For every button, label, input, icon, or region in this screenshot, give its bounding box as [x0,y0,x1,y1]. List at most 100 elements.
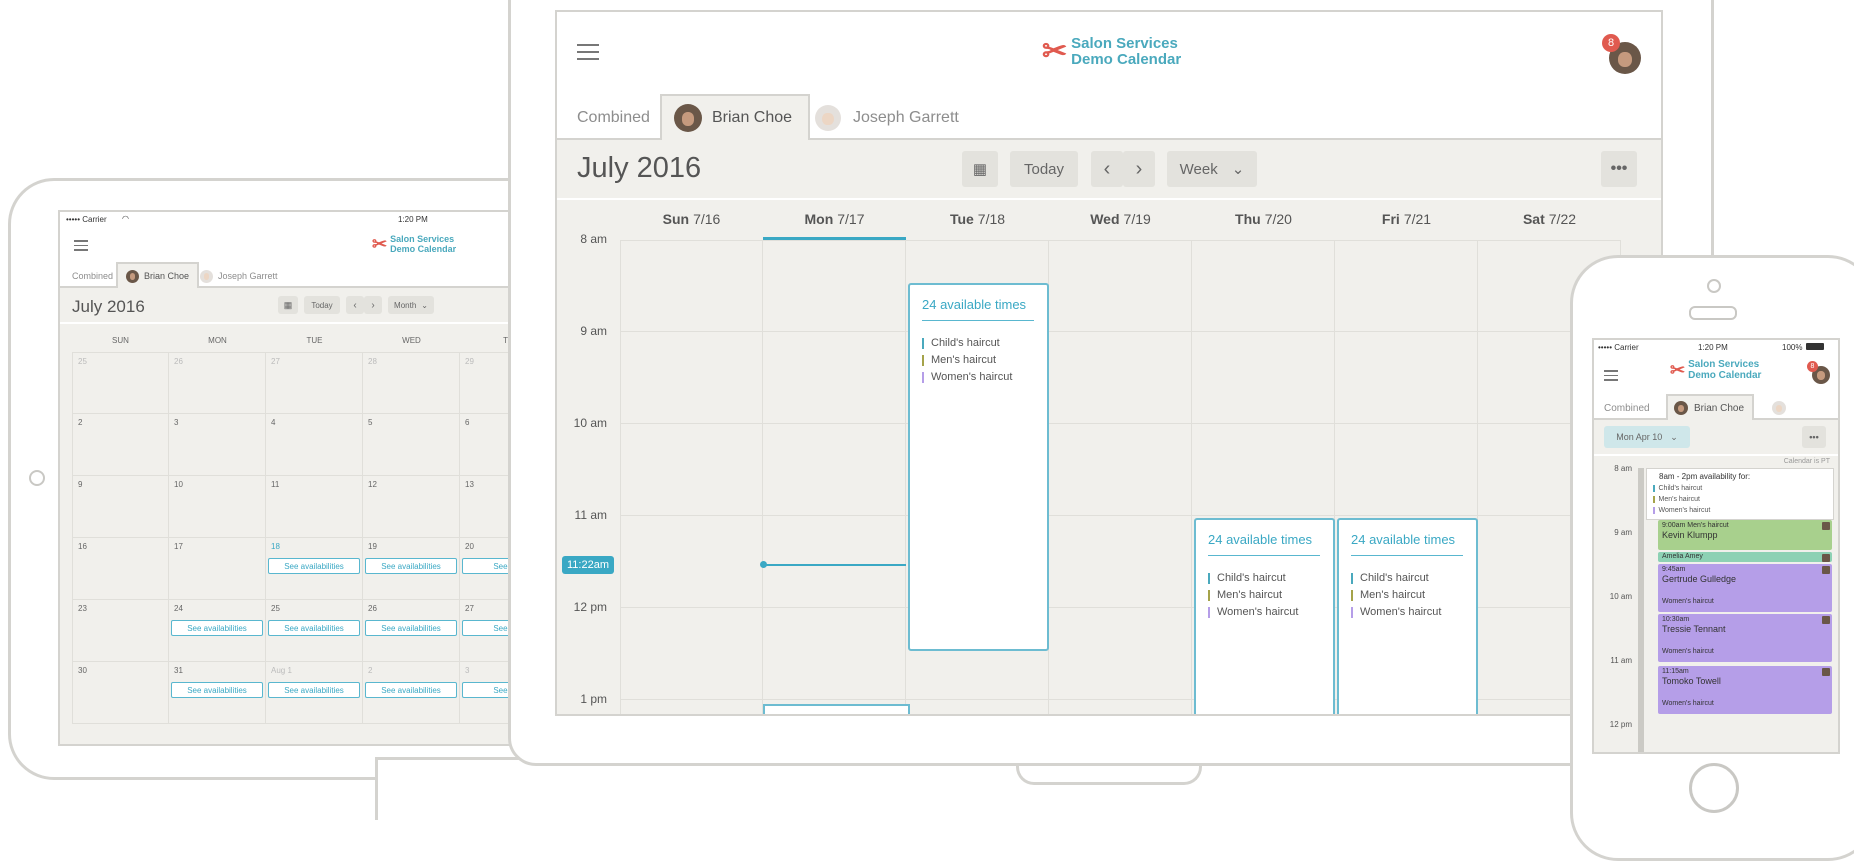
laptop-slot[interactable] [763,240,906,332]
laptop-tab-joseph[interactable]: Joseph Garrett [815,96,959,140]
tablet-view-select[interactable]: Month ⌄ [388,296,434,314]
laptop-slot[interactable] [763,608,906,700]
tablet-day-cell[interactable]: 17 [169,538,266,600]
see-availabilities-button[interactable]: See availabilities [171,620,263,636]
tablet-day-cell[interactable]: 3 [169,414,266,476]
laptop-slot[interactable] [1335,332,1478,424]
phone-tab-brian[interactable]: Brian Choe [1666,394,1755,420]
tablet-day-cell[interactable]: 4 [266,414,363,476]
tablet-day-cell[interactable]: 23 [72,600,169,662]
tablet-day-cell[interactable]: 2 See availabilities [363,662,460,724]
laptop-day-header[interactable]: Wed 7/19 [1049,200,1192,238]
laptop-slot[interactable] [1192,424,1335,516]
tablet-day-cell[interactable]: 25 See availabilities [266,600,363,662]
laptop-slot[interactable] [1049,332,1192,424]
laptop-day-header[interactable]: Mon 7/17 [763,200,906,240]
laptop-slot[interactable] [1049,516,1192,608]
phone-appointment[interactable]: Amelia Amey [1658,552,1832,562]
laptop-slot[interactable] [620,240,763,332]
phone-appointment[interactable]: 9:45am Gertrude Gulledge Women's haircut [1658,564,1832,612]
tablet-day-cell[interactable]: Aug 1 See availabilities [266,662,363,724]
laptop-tab-combined[interactable]: Combined [577,96,650,140]
tablet-day-cell[interactable]: 5 [363,414,460,476]
laptop-calendar-button[interactable]: ▦ [962,151,998,187]
tablet-day-cell[interactable]: 19 See availabilities [363,538,460,600]
tablet-day-cell[interactable]: 26 See availabilities [363,600,460,662]
laptop-day-header[interactable]: Tue 7/18 [906,200,1049,238]
laptop-slot[interactable] [763,424,906,516]
laptop-slot[interactable] [620,332,763,424]
tablet-day-cell[interactable]: 18 See availabilities [266,538,363,600]
laptop-day-header[interactable]: Fri 7/21 [1335,200,1478,238]
laptop-slot[interactable] [1335,424,1478,516]
laptop-slot[interactable] [1192,332,1335,424]
see-availabilities-button[interactable]: See availabilities [268,682,360,698]
laptop-slot[interactable] [1049,608,1192,700]
laptop-day-header[interactable]: Sat 7/22 [1478,200,1621,238]
laptop-slot[interactable] [620,424,763,516]
tablet-tab-combined[interactable]: Combined [72,264,113,288]
phone-appointment[interactable]: 9:00am Men's haircut Kevin Klumpp [1658,520,1832,550]
tablet-day-cell[interactable]: 2 [72,414,169,476]
laptop-slot[interactable] [620,608,763,700]
laptop-slot[interactable] [620,700,763,714]
tablet-day-cell[interactable]: 11 [266,476,363,538]
tablet-tab-brian[interactable]: Brian Choe [116,262,200,288]
laptop-slot[interactable] [906,700,1049,714]
laptop-slot[interactable] [1192,240,1335,332]
laptop-prev-button[interactable]: ‹ [1091,151,1123,187]
laptop-day-header[interactable]: Sun 7/16 [620,200,763,238]
tablet-day-number: 2 [78,418,83,427]
tablet-day-cell[interactable]: 28 [363,352,460,414]
laptop-slot[interactable] [763,332,906,424]
tablet-day-cell[interactable]: 24 See availabilities [169,600,266,662]
tablet-day-cell[interactable]: 31 See availabilities [169,662,266,724]
see-availabilities-button[interactable]: See availabilities [268,558,360,574]
phone-menu-icon[interactable] [1604,370,1618,381]
laptop-tab-brian[interactable]: Brian Choe [660,94,811,140]
phone-more-button[interactable]: ••• [1802,426,1826,448]
tablet-calendar-button[interactable]: ▦ [278,296,298,314]
see-availabilities-button[interactable]: See availabilities [365,682,457,698]
user-avatar-button[interactable]: 8 [1602,34,1641,79]
tablet-next-button[interactable]: › [364,296,382,314]
laptop-today-button[interactable]: Today [1010,151,1078,187]
availability-card[interactable]: 24 available times Child's haircut Men's h… [1337,518,1478,714]
tablet-day-cell[interactable]: 12 [363,476,460,538]
laptop-more-button[interactable]: ••• [1601,151,1637,187]
tablet-menu-icon[interactable] [74,240,88,251]
see-availabilities-button[interactable]: See availabilities [171,682,263,698]
tablet-prev-button[interactable]: ‹ [346,296,364,314]
tablet-day-cell[interactable]: 30 [72,662,169,724]
availability-service: Women's haircut [1351,606,1441,618]
tablet-day-cell[interactable]: 25 [72,352,169,414]
phone-appointment[interactable]: 10:30am Tressie Tennant Women's haircut [1658,614,1832,662]
see-availabilities-button[interactable]: See availabilities [268,620,360,636]
tablet-day-cell[interactable]: 9 [72,476,169,538]
tablet-day-cell[interactable]: 10 [169,476,266,538]
laptop-slot[interactable] [1049,424,1192,516]
laptop-slot[interactable] [620,516,763,608]
availability-card[interactable]: 24 available times Child's haircut Men's h… [908,283,1049,651]
phone-user-avatar-button[interactable]: 8 [1807,361,1830,389]
see-availabilities-button[interactable]: See availabilities [365,558,457,574]
tablet-day-cell[interactable]: 26 [169,352,266,414]
tablet-day-cell[interactable]: 27 [266,352,363,414]
laptop-slot[interactable] [1335,240,1478,332]
laptop-next-button[interactable]: › [1123,151,1155,187]
phone-date-select[interactable]: Mon Apr 10 ⌄ [1604,426,1690,448]
tablet-day-cell[interactable]: 16 [72,538,169,600]
phone-tab-joseph[interactable] [1772,396,1786,420]
laptop-slot[interactable] [1049,700,1192,714]
laptop-slot[interactable] [1049,240,1192,332]
laptop-slot[interactable] [763,516,906,608]
availability-card[interactable]: 24 available times Child's haircut Men's h… [1194,518,1335,714]
laptop-view-select[interactable]: Week ⌄ [1167,151,1257,187]
tablet-today-button[interactable]: Today [304,296,340,314]
see-availabilities-button[interactable]: See availabilities [365,620,457,636]
phone-tab-combined[interactable]: Combined [1604,396,1650,420]
phone-appointment[interactable]: 11:15am Tomoko Towell Women's haircut [1658,666,1832,714]
laptop-menu-icon[interactable] [577,44,599,60]
tablet-tab-joseph[interactable]: Joseph Garrett [200,264,278,288]
laptop-day-header[interactable]: Thu 7/20 [1192,200,1335,238]
